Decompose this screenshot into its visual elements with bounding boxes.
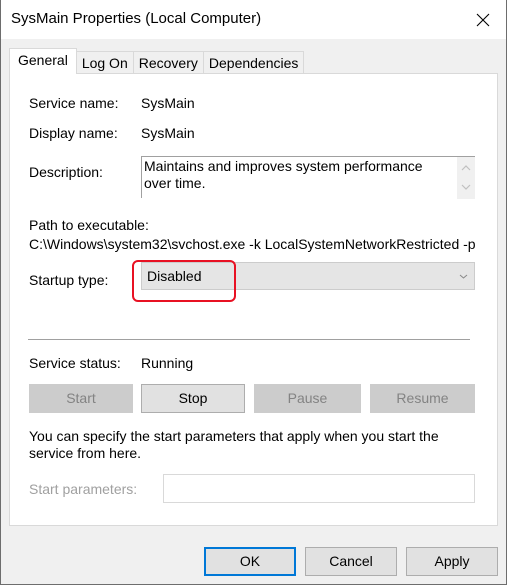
tab-bar: General Log On Recovery Dependencies [9,48,305,74]
divider [28,339,470,340]
startup-type-dropdown[interactable]: Disabled [141,262,475,290]
startup-type-label: Startup type: [29,272,109,288]
path-value: C:\Windows\system32\svchost.exe -k Local… [29,236,476,252]
scroll-up-icon[interactable] [461,163,471,173]
title-bar: SysMain Properties (Local Computer) [1,0,506,39]
tab-dependencies[interactable]: Dependencies [202,51,305,74]
start-parameters-info: You can specify the start parameters tha… [29,428,439,461]
pause-button[interactable]: Pause [254,384,361,413]
close-icon [476,13,490,26]
service-status-label: Service status: [29,355,121,371]
startup-type-value: Disabled [147,268,202,284]
properties-dialog: SysMain Properties (Local Computer) Gene… [0,0,507,585]
start-button[interactable]: Start [29,384,133,413]
start-parameters-input[interactable] [163,474,475,503]
scroll-down-icon[interactable] [461,182,471,192]
cancel-button[interactable]: Cancel [305,547,397,576]
close-button[interactable] [460,0,506,39]
general-tab-panel: Service name: SysMain Display name: SysM… [9,73,498,526]
description-scrollbar[interactable] [457,157,475,199]
description-label: Description: [29,164,103,180]
tab-general[interactable]: General [9,48,77,74]
service-name-label: Service name: [29,95,119,111]
display-name-label: Display name: [29,125,118,141]
path-label: Path to executable: [29,217,149,233]
service-name-value: SysMain [141,95,195,111]
chevron-down-icon [459,274,468,279]
stop-button[interactable]: Stop [141,384,245,413]
start-parameters-label: Start parameters: [29,481,138,497]
service-status-value: Running [141,355,194,371]
description-text: Maintains and improves system performanc… [144,158,423,191]
description-textbox[interactable]: Maintains and improves system performanc… [141,156,475,199]
window-title: SysMain Properties (Local Computer) [11,10,262,27]
resume-button[interactable]: Resume [370,384,475,413]
display-name-value: SysMain [141,125,195,141]
apply-button[interactable]: Apply [406,547,498,576]
tab-log-on[interactable]: Log On [75,51,134,74]
tab-recovery[interactable]: Recovery [132,51,204,74]
ok-button[interactable]: OK [204,547,296,576]
